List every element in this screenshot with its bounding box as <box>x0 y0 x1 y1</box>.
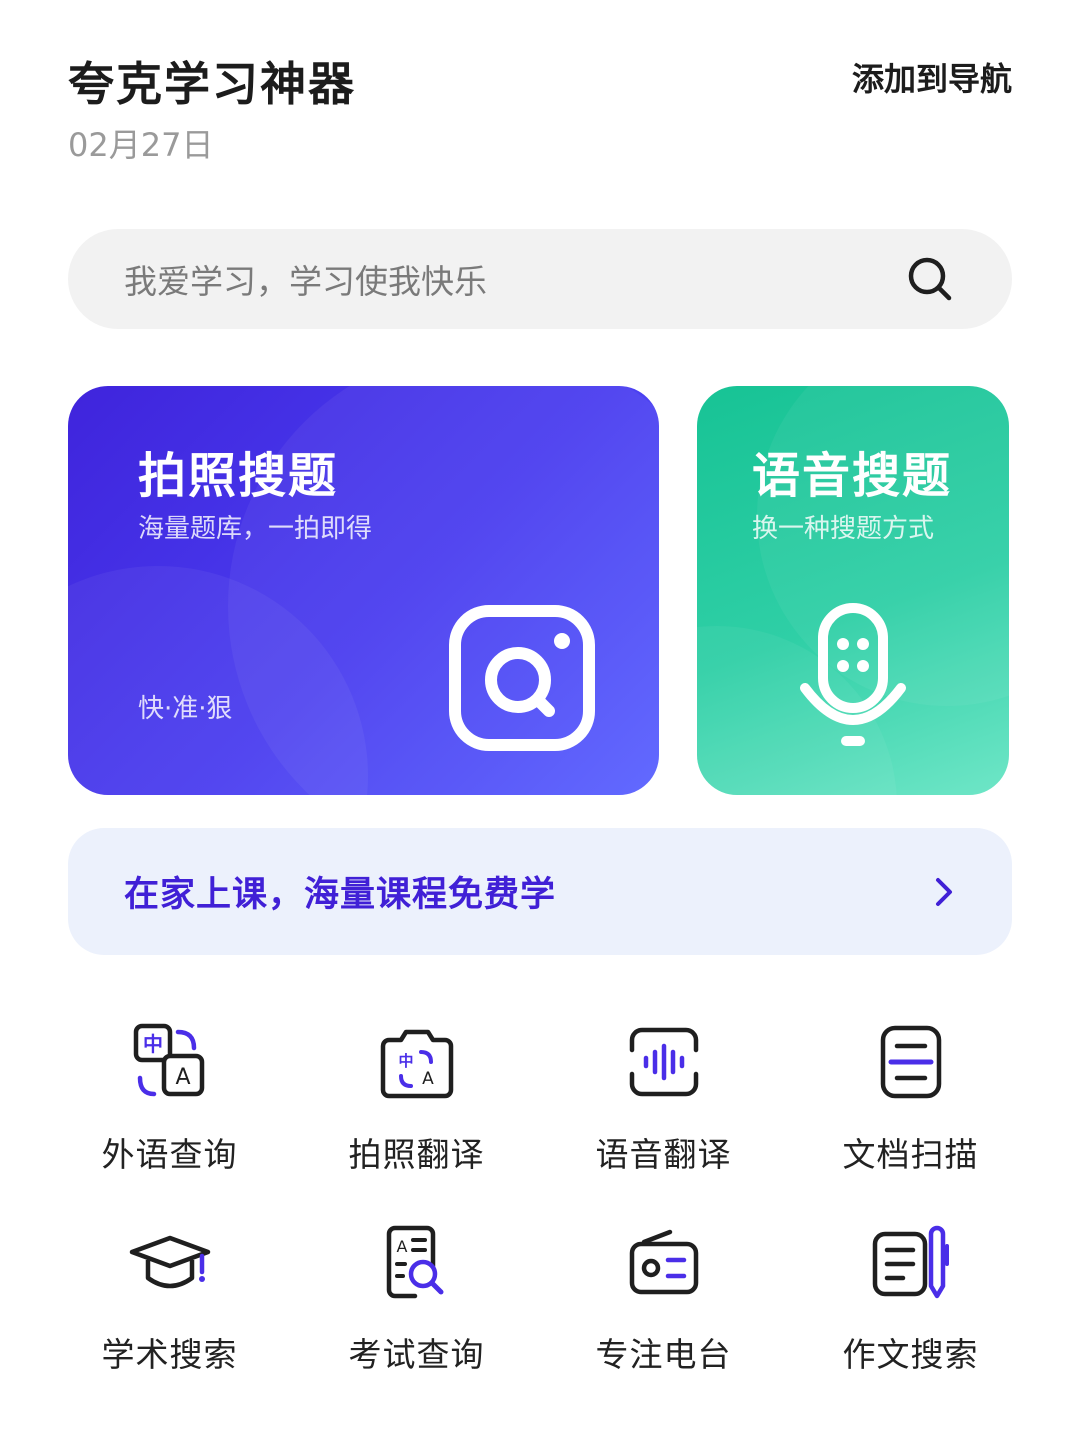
tool-voice-translate[interactable]: 语音翻译 <box>540 1020 787 1176</box>
svg-text:A: A <box>422 1069 434 1089</box>
tool-label: 文档扫描 <box>842 1135 979 1174</box>
photo-search-tag: 快·准·狠 <box>138 694 233 724</box>
tool-label: 作文搜索 <box>842 1335 979 1374</box>
exam-search-icon: A <box>386 1225 443 1299</box>
tool-label: 学术搜索 <box>101 1335 238 1374</box>
tool-label: 专注电台 <box>595 1335 732 1374</box>
svg-text:中: 中 <box>398 1052 413 1070</box>
add-to-navigation-button[interactable]: 添加到导航 <box>852 54 1012 100</box>
graduation-cap-icon <box>129 1235 210 1289</box>
essay-pen-icon <box>872 1225 949 1299</box>
camera-translate-icon: 中 A <box>380 1029 453 1099</box>
voice-wave-icon <box>629 1027 698 1097</box>
photo-search-title: 拍照搜题 <box>138 448 339 504</box>
radio-icon <box>629 1229 698 1295</box>
search-bar[interactable]: 我爱学习，学习使我快乐 <box>68 229 1012 329</box>
tool-focus-radio[interactable]: 专注电台 <box>540 1220 787 1376</box>
tool-exam-lookup[interactable]: A 考试查询 <box>293 1220 540 1376</box>
tool-photo-translate[interactable]: 中 A 拍照翻译 <box>293 1020 540 1176</box>
search-input[interactable]: 我爱学习，学习使我快乐 <box>124 255 904 303</box>
tool-label: 拍照翻译 <box>348 1135 485 1174</box>
search-icon[interactable] <box>904 253 956 305</box>
tool-foreign-language-lookup[interactable]: 中 A 外语查询 <box>46 1020 293 1176</box>
svg-text:中: 中 <box>143 1032 163 1056</box>
tool-grid: 中 A 外语查询 中 A 拍照翻译 语音翻译 文档扫描 学术搜索 A 考试查询 … <box>46 1020 1034 1376</box>
voice-search-card[interactable]: 语音搜题 换一种搜题方式 <box>697 386 1009 795</box>
app-title: 夸克学习神器 <box>68 57 356 111</box>
document-scan-icon <box>880 1025 941 1099</box>
svg-text:A: A <box>396 1237 407 1256</box>
camera-search-icon <box>449 605 595 751</box>
svg-text:A: A <box>175 1065 190 1090</box>
photo-search-card[interactable]: 拍照搜题 海量题库，一拍即得 快·准·狠 <box>68 386 659 795</box>
free-courses-banner[interactable]: 在家上课，海量课程免费学 <box>68 828 1012 955</box>
banner-text: 在家上课，海量课程免费学 <box>124 875 557 915</box>
tool-label: 语音翻译 <box>595 1135 732 1174</box>
tool-essay-search[interactable]: 作文搜索 <box>787 1220 1034 1376</box>
tool-academic-search[interactable]: 学术搜索 <box>46 1220 293 1376</box>
header: 夸克学习神器 02月27日 添加到导航 <box>68 44 1012 174</box>
microphone-icon <box>800 603 906 746</box>
tool-label: 考试查询 <box>348 1335 485 1374</box>
voice-search-title: 语音搜题 <box>752 448 953 504</box>
tool-label: 外语查询 <box>101 1135 238 1174</box>
voice-search-subtitle: 换一种搜题方式 <box>752 514 935 544</box>
translate-card-icon: 中 A <box>133 1023 204 1097</box>
chevron-right-icon <box>936 877 952 906</box>
photo-search-subtitle: 海量题库，一拍即得 <box>138 514 373 544</box>
tool-document-scan[interactable]: 文档扫描 <box>787 1020 1034 1176</box>
app-date: 02月27日 <box>68 126 214 164</box>
